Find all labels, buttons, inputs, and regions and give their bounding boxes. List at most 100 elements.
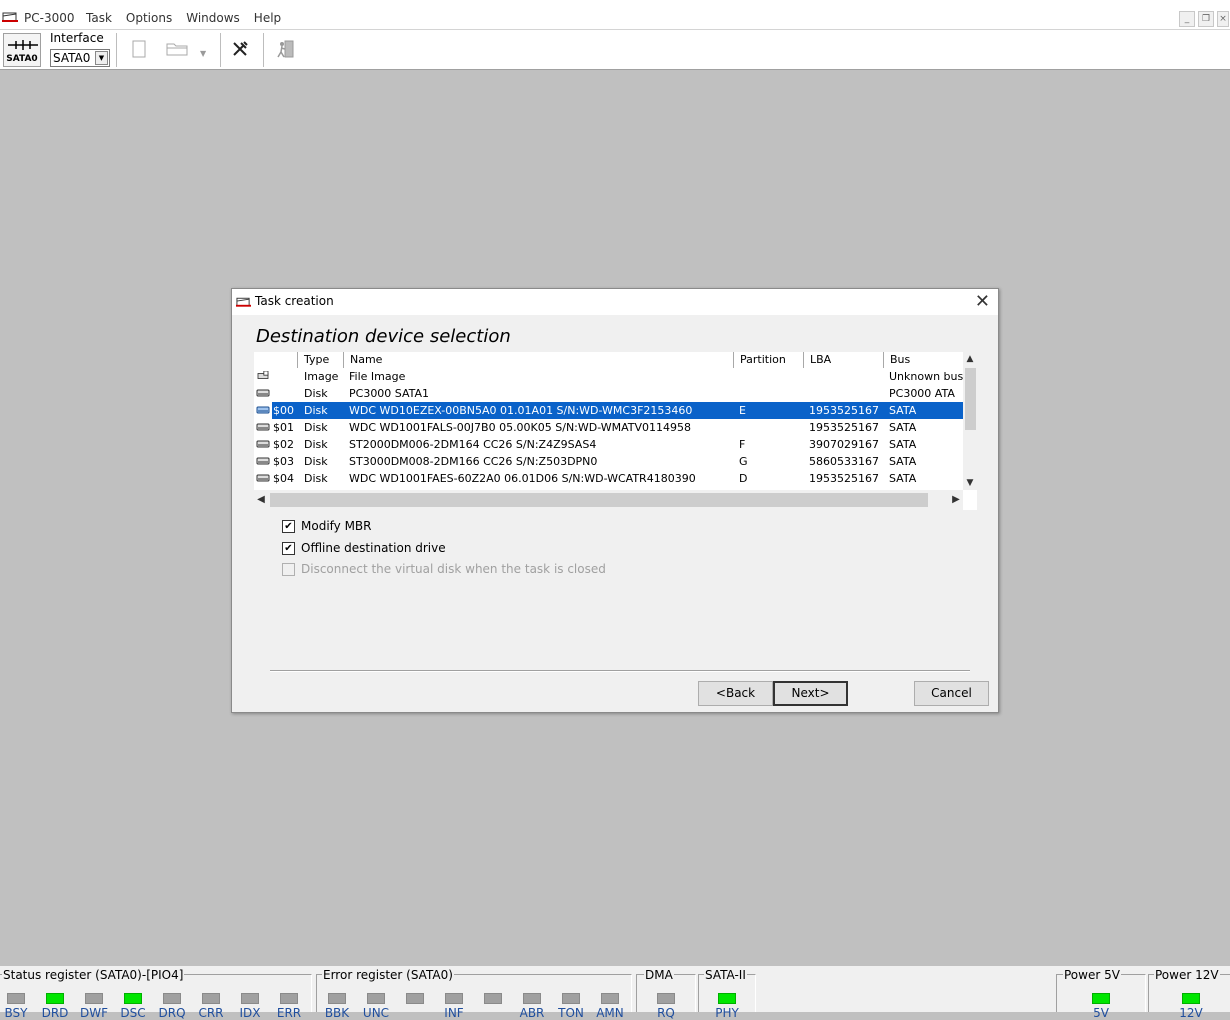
- cell-name: File Image: [349, 370, 406, 383]
- sata-port-button[interactable]: SATA0: [3, 33, 41, 67]
- table-row[interactable]: Disk PC3000 SATA1 PC3000 ATA: [254, 385, 963, 402]
- cell-name: ST3000DM008-2DM166 CC26 S/N:Z503DPN0: [349, 455, 598, 468]
- led-label-dsc: DSC: [120, 1006, 146, 1020]
- cancel-button[interactable]: Cancel: [914, 681, 989, 706]
- sata2-group: SATA-II PHY: [698, 968, 756, 1020]
- next-button[interactable]: Next>: [773, 681, 848, 706]
- dma-title: DMA: [644, 968, 674, 982]
- minimize-icon[interactable]: _: [1179, 11, 1195, 27]
- horizontal-scroll-thumb[interactable]: [270, 493, 928, 507]
- modify-mbr-option[interactable]: ✔ Modify MBR: [282, 518, 372, 534]
- tools-icon[interactable]: [231, 40, 249, 63]
- led-bbk: [328, 993, 346, 1004]
- modify-mbr-checkbox[interactable]: ✔: [282, 519, 295, 533]
- menu-windows[interactable]: Windows: [186, 11, 240, 25]
- cell-name: WDC WD1001FAES-60Z2A0 06.01D06 S/N:WD-WC…: [349, 472, 696, 485]
- dialog-title: Task creation: [255, 294, 334, 308]
- file-image-icon: [257, 371, 269, 379]
- table-row[interactable]: $03 Disk ST3000DM008-2DM166 CC26 S/N:Z50…: [254, 453, 963, 470]
- table-row[interactable]: $01 Disk WDC WD1001FALS-00J7B0 05.00K05 …: [254, 419, 963, 436]
- cell-id: $00: [273, 404, 294, 417]
- vertical-scroll-thumb[interactable]: [965, 368, 976, 430]
- led-label-amn: AMN: [596, 1006, 624, 1020]
- power-12v-group: Power 12V 12V: [1148, 968, 1230, 1020]
- cell-bus: SATA: [889, 455, 917, 468]
- column-header-lba[interactable]: LBA: [803, 352, 883, 368]
- table-row-selected[interactable]: $00 Disk WDC WD10EZEX-00BN5A0 01.01A01 S…: [254, 402, 963, 419]
- table-body: Image File Image Unknown bus Disk PC3000…: [254, 368, 963, 490]
- disconnect-virtual-disk-option: Disconnect the virtual disk when the tas…: [282, 561, 606, 577]
- cell-type: Disk: [304, 438, 328, 451]
- table-row[interactable]: Image File Image Unknown bus: [254, 368, 963, 385]
- open-folder-icon[interactable]: [166, 40, 188, 61]
- toolbar-separator: [263, 33, 264, 67]
- pc3000-logo-icon: [2, 12, 18, 22]
- toolbar-separator: [220, 33, 221, 67]
- new-document-icon[interactable]: [132, 40, 146, 63]
- cell-partition: E: [739, 404, 746, 417]
- cell-partition: G: [739, 455, 748, 468]
- menu-options[interactable]: Options: [126, 11, 172, 25]
- column-header-name[interactable]: Name: [343, 352, 733, 368]
- interface-select[interactable]: SATA0 ▼: [50, 49, 110, 67]
- chevron-down-icon[interactable]: ▼: [95, 51, 108, 65]
- back-button[interactable]: <Back: [698, 681, 773, 706]
- disconnect-virtual-disk-checkbox: [282, 562, 295, 576]
- cell-bus: Unknown bus: [889, 370, 963, 383]
- sata-connector-icon: [8, 40, 38, 50]
- toolbar: SATA0 Interface SATA0 ▼ ▼: [0, 30, 1230, 70]
- power-12v-title: Power 12V: [1154, 968, 1220, 982]
- disk-icon: [256, 406, 270, 414]
- cell-lba: 5860533167: [809, 455, 879, 468]
- table-row[interactable]: $04 Disk WDC WD1001FAES-60Z2A0 06.01D06 …: [254, 470, 963, 487]
- scroll-right-icon[interactable]: ▶: [949, 490, 963, 510]
- led-idx: [241, 993, 259, 1004]
- led-label-12v: 12V: [1179, 1006, 1203, 1020]
- close-icon[interactable]: ✕: [975, 291, 990, 312]
- cell-name: PC3000 SATA1: [349, 387, 430, 400]
- scroll-up-icon[interactable]: ▲: [963, 352, 977, 366]
- close-window-icon[interactable]: ×: [1217, 11, 1229, 27]
- led-unc: [367, 993, 385, 1004]
- dropdown-arrow-icon[interactable]: ▼: [200, 44, 206, 64]
- status-register-group: Status register (SATA0)-[PIO4] BSY DRD D…: [0, 968, 312, 1020]
- menu-help[interactable]: Help: [254, 11, 281, 25]
- led-12v: [1182, 993, 1200, 1004]
- led-label-bsy: BSY: [4, 1006, 28, 1020]
- cell-lba: 3907029167: [809, 438, 879, 451]
- cell-lba: 1953525167: [809, 472, 879, 485]
- column-header-type[interactable]: Type: [297, 352, 343, 368]
- scroll-down-icon[interactable]: ▼: [963, 476, 977, 490]
- offline-destination-checkbox[interactable]: ✔: [282, 541, 295, 555]
- column-header-bus[interactable]: Bus: [883, 352, 963, 368]
- app-titlebar: PC-3000 Task Options Windows Help _ ❐ ×: [0, 0, 1230, 30]
- pc3000-logo-icon: [236, 297, 251, 307]
- cell-bus: SATA: [889, 421, 917, 434]
- menu-task[interactable]: Task: [86, 11, 112, 25]
- column-header-partition[interactable]: Partition: [733, 352, 803, 368]
- disk-icon: [256, 423, 270, 431]
- vertical-scrollbar[interactable]: ▲ ▼: [963, 352, 977, 490]
- cell-type: Disk: [304, 421, 328, 434]
- cell-lba: 1953525167: [809, 404, 879, 417]
- menu-bar: Task Options Windows Help: [86, 11, 281, 25]
- led-label-inf: INF: [444, 1006, 464, 1020]
- horizontal-scrollbar[interactable]: ◀ ▶: [254, 490, 963, 510]
- led-drd: [46, 993, 64, 1004]
- app-title: PC-3000: [24, 11, 75, 25]
- cell-partition: F: [739, 438, 746, 451]
- table-row[interactable]: $02 Disk ST2000DM006-2DM164 CC26 S/N:Z4Z…: [254, 436, 963, 453]
- led-amn: [601, 993, 619, 1004]
- cell-bus: SATA: [889, 438, 917, 451]
- led-inf: [445, 993, 463, 1004]
- led-phy: [718, 993, 736, 1004]
- cell-name: WDC WD1001FALS-00J7B0 05.00K05 S/N:WD-WM…: [349, 421, 692, 434]
- led-label-idx: IDX: [239, 1006, 261, 1020]
- offline-destination-option[interactable]: ✔ Offline destination drive: [282, 540, 446, 556]
- restore-icon[interactable]: ❐: [1198, 11, 1214, 27]
- led-crr: [202, 993, 220, 1004]
- disk-icon: [256, 457, 270, 465]
- exit-icon[interactable]: [276, 40, 296, 63]
- cell-id: $01: [273, 421, 294, 434]
- scroll-left-icon[interactable]: ◀: [254, 490, 268, 510]
